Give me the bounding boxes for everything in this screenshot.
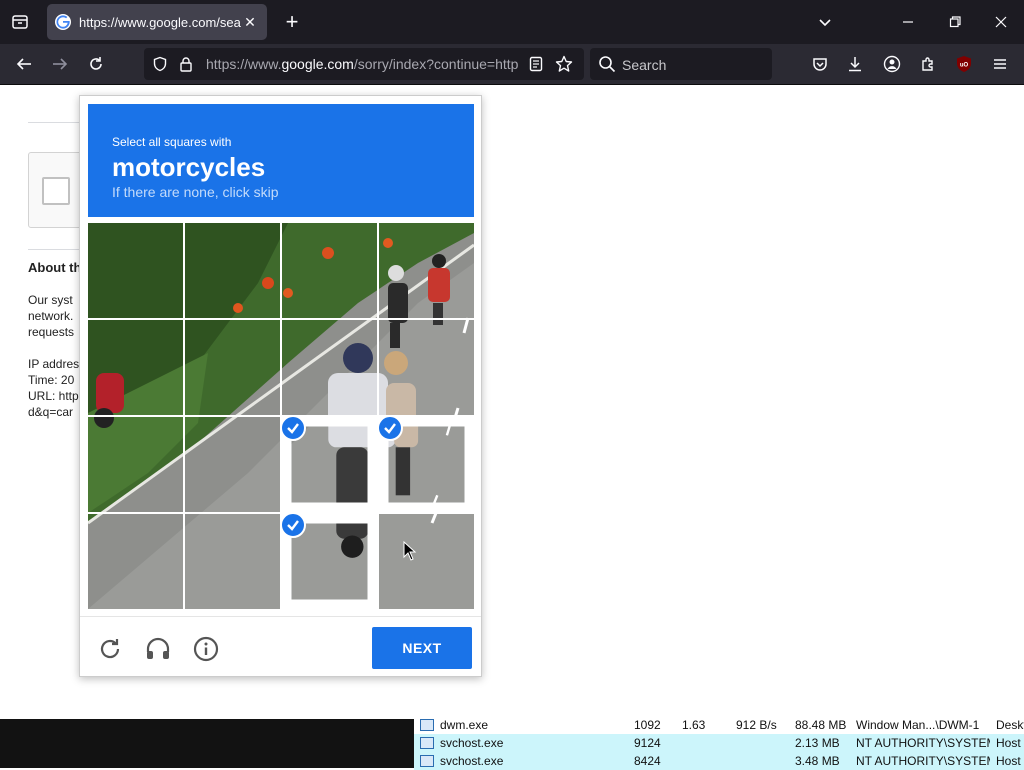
back-arrow-icon[interactable] bbox=[10, 50, 38, 78]
grid-tile[interactable] bbox=[282, 320, 377, 415]
grid-tile[interactable] bbox=[282, 223, 377, 318]
grid-tile[interactable] bbox=[379, 514, 474, 609]
ublock-origin-icon[interactable]: uO bbox=[950, 50, 978, 78]
grid-tile[interactable] bbox=[282, 514, 377, 609]
desktop-background bbox=[0, 719, 414, 768]
process-pid: 1092 bbox=[634, 718, 661, 732]
process-mem: 3.48 MB bbox=[795, 754, 840, 768]
url-bar[interactable]: https://www.google.com/sorry/index?conti… bbox=[144, 48, 584, 80]
process-pid: 9124 bbox=[634, 736, 661, 750]
pocket-icon[interactable] bbox=[806, 50, 834, 78]
close-tab-icon[interactable]: ✕ bbox=[241, 14, 259, 31]
process-icon bbox=[420, 755, 434, 767]
next-button[interactable]: NEXT bbox=[372, 627, 472, 669]
grid-tile[interactable] bbox=[379, 223, 474, 318]
tab-google[interactable]: https://www.google.com/search ✕ bbox=[47, 4, 267, 40]
tab-bar: https://www.google.com/search ✕ + bbox=[0, 0, 1024, 44]
process-user: NT AUTHORITY\SYSTEM bbox=[856, 754, 990, 768]
lock-icon[interactable] bbox=[176, 54, 196, 74]
challenge-footer: NEXT bbox=[80, 616, 481, 676]
grid-tile[interactable] bbox=[185, 417, 280, 512]
reload-icon[interactable] bbox=[82, 50, 110, 78]
grid-tile[interactable] bbox=[88, 417, 183, 512]
process-cpu: 1.63 bbox=[682, 718, 706, 732]
restore-icon[interactable] bbox=[940, 8, 970, 36]
grid-tile[interactable] bbox=[379, 320, 474, 415]
tab-overflow-chevron-icon[interactable] bbox=[810, 8, 840, 36]
process-icon bbox=[420, 737, 434, 749]
search-icon bbox=[599, 56, 616, 73]
grid-tile[interactable] bbox=[185, 514, 280, 609]
process-name: svchost.exe bbox=[440, 754, 504, 768]
reload-challenge-icon[interactable] bbox=[96, 635, 124, 663]
info-icon[interactable] bbox=[192, 635, 220, 663]
process-row[interactable]: dwm.exe 1092 1.63 912 B/s 88.48 MB Window Man… bbox=[414, 716, 1024, 734]
new-tab-icon[interactable]: + bbox=[278, 8, 306, 36]
challenge-instruction: Select all squares with bbox=[112, 135, 232, 149]
grid-tile[interactable] bbox=[185, 320, 280, 415]
recaptcha-challenge-popup: Select all squares with motorcycles If t… bbox=[79, 95, 482, 677]
shield-icon[interactable] bbox=[150, 54, 170, 74]
reader-view-icon[interactable] bbox=[526, 54, 546, 74]
process-mem: 2.13 MB bbox=[795, 736, 840, 750]
forward-arrow-icon[interactable] bbox=[46, 50, 74, 78]
process-mem: 88.48 MB bbox=[795, 718, 847, 732]
account-icon[interactable] bbox=[878, 50, 906, 78]
process-row[interactable]: svchost.exe 8424 3.48 MB NT AUTHORITY\SYSTE… bbox=[414, 752, 1024, 770]
process-name: svchost.exe bbox=[440, 736, 504, 750]
process-row[interactable]: svchost.exe 9124 2.13 MB NT AUTHORITY\SYSTE… bbox=[414, 734, 1024, 752]
search-placeholder: Search bbox=[622, 57, 667, 73]
grid-tile[interactable] bbox=[185, 223, 280, 318]
nav-bar: https://www.google.com/sorry/index?conti… bbox=[0, 44, 1024, 85]
app-menu-icon[interactable] bbox=[986, 50, 1014, 78]
process-user: Window Man...\DWM-1 bbox=[856, 718, 980, 732]
mouse-cursor-icon bbox=[403, 541, 417, 561]
process-icon bbox=[420, 719, 434, 731]
process-desc: Host bbox=[996, 736, 1021, 750]
audio-challenge-headphones-icon[interactable] bbox=[144, 635, 172, 663]
list-all-tabs-icon[interactable] bbox=[6, 8, 34, 36]
grid-tile[interactable] bbox=[88, 223, 183, 318]
process-user: NT AUTHORITY\SYSTEM bbox=[856, 736, 990, 750]
extensions-icon[interactable] bbox=[914, 50, 942, 78]
challenge-target: motorcycles bbox=[112, 152, 266, 182]
process-name: dwm.exe bbox=[440, 718, 489, 732]
process-io: 912 B/s bbox=[736, 718, 777, 732]
downloads-icon[interactable] bbox=[841, 50, 869, 78]
grid-tile[interactable] bbox=[88, 320, 183, 415]
process-list: dwm.exe 1092 1.63 912 B/s 88.48 MB Window Man… bbox=[414, 716, 1024, 770]
grid-tile[interactable] bbox=[282, 417, 377, 512]
process-desc: Deskt bbox=[996, 718, 1024, 732]
process-pid: 8424 bbox=[634, 754, 661, 768]
challenge-subtext: If there are none, click skip bbox=[112, 184, 279, 200]
close-window-icon[interactable] bbox=[986, 8, 1016, 36]
google-favicon-icon bbox=[55, 14, 71, 30]
challenge-header: Select all squares with motorcycles If t… bbox=[88, 104, 474, 217]
search-bar[interactable]: Search bbox=[590, 48, 772, 80]
recaptcha-checkbox[interactable] bbox=[42, 177, 70, 205]
bookmark-star-icon[interactable] bbox=[554, 54, 574, 74]
tab-title: https://www.google.com/search bbox=[79, 14, 241, 30]
grid-tile[interactable] bbox=[379, 417, 474, 512]
minimize-icon[interactable] bbox=[893, 8, 923, 36]
url-text[interactable]: https://www.google.com/sorry/index?conti… bbox=[206, 56, 518, 72]
grid-tile[interactable] bbox=[88, 514, 183, 609]
svg-text:uO: uO bbox=[960, 63, 969, 69]
process-desc: Host bbox=[996, 754, 1021, 768]
